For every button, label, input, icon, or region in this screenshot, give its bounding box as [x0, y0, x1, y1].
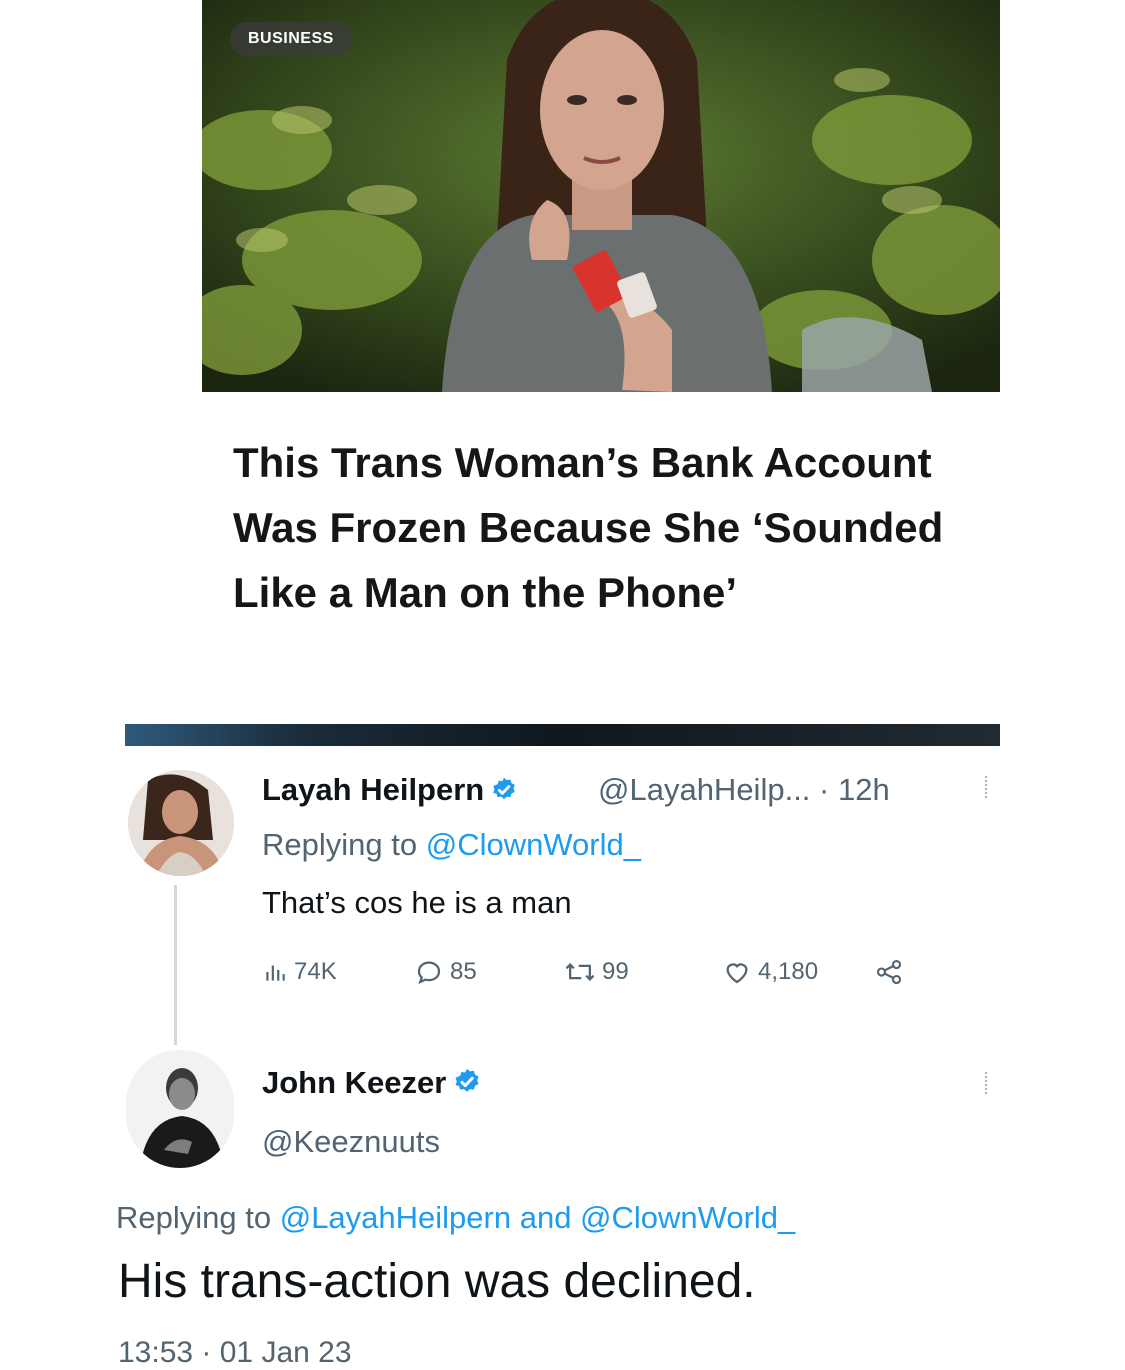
verified-badge-icon — [455, 1068, 479, 1092]
avatar[interactable] — [128, 770, 234, 876]
article-photo[interactable] — [202, 0, 1000, 392]
screenshot-divider — [125, 724, 1000, 746]
tweet-timestamp[interactable]: 13:53 · 01 Jan 23 — [118, 1336, 352, 1370]
more-icon[interactable] — [985, 1072, 991, 1094]
views-button[interactable]: 74K — [262, 952, 337, 992]
avatar-image — [126, 1050, 234, 1168]
share-button[interactable] — [874, 952, 910, 992]
replying-handle-link[interactable]: @ClownWorld_ — [426, 827, 641, 862]
replying-handles-link[interactable]: @LayahHeilpern and @ClownWorld_ — [280, 1200, 796, 1235]
like-count: 4,180 — [758, 958, 819, 985]
views-count: 74K — [294, 958, 337, 985]
tweet-author-name[interactable]: Layah Heilpern — [262, 772, 518, 808]
replying-prefix: Replying to — [116, 1200, 280, 1235]
tweet-author-name[interactable]: John Keezer — [262, 1065, 482, 1101]
article-photo-illustration — [202, 0, 1000, 392]
replying-prefix: Replying to — [262, 827, 426, 862]
reply-button[interactable]: 85 — [414, 952, 477, 992]
tweet-actions: 74K 85 99 4,180 — [262, 952, 942, 992]
reply-count: 85 — [450, 958, 477, 985]
retweet-button[interactable]: 99 — [564, 952, 629, 992]
thread-connector — [174, 885, 177, 1045]
avatar[interactable] — [126, 1050, 234, 1168]
like-button[interactable]: 4,180 — [722, 952, 818, 992]
avatar-image — [128, 770, 234, 876]
replying-to: Replying to @ClownWorld_ — [262, 827, 641, 863]
like-icon — [726, 963, 748, 984]
article-headline[interactable]: This Trans Woman’s Bank Account Was Froz… — [233, 430, 1003, 625]
more-icon[interactable] — [985, 776, 991, 798]
tweet-handle-time[interactable]: @LayahHeilp... · 12h — [598, 772, 890, 808]
reply-icon — [417, 961, 441, 985]
replying-to: Replying to @LayahHeilpern and @ClownWor… — [116, 1200, 795, 1236]
share-icon — [876, 959, 902, 985]
tweet-text: That’s cos he is a man — [262, 885, 572, 920]
display-name[interactable]: John Keezer — [262, 1065, 446, 1100]
section-badge[interactable]: BUSINESS — [230, 22, 352, 56]
retweet-icon — [565, 963, 595, 981]
tweet-handle[interactable]: @Keeznuuts — [262, 1124, 440, 1160]
retweet-count: 99 — [602, 958, 629, 985]
verified-badge-icon — [493, 777, 515, 799]
display-name[interactable]: Layah Heilpern — [262, 772, 484, 807]
views-icon — [266, 965, 285, 981]
tweet-text: His trans-action was declined. — [118, 1255, 756, 1308]
